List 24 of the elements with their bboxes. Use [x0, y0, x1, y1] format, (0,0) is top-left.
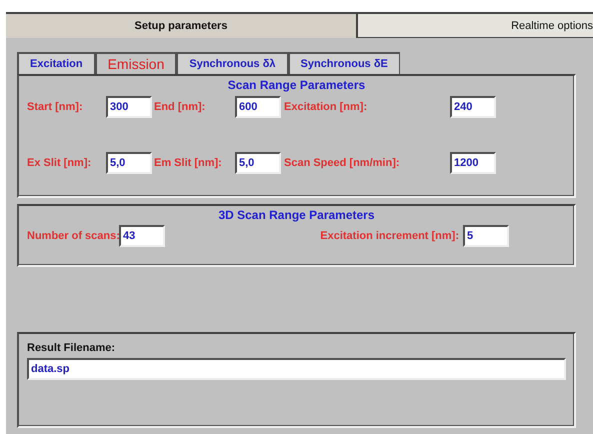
- tab[interactable]: Synchronous δE: [288, 52, 400, 74]
- input-field[interactable]: 300: [106, 96, 152, 118]
- input-field[interactable]: data.sp: [27, 358, 566, 380]
- input-field[interactable]: 600: [235, 96, 281, 118]
- tab[interactable]: Excitation: [17, 52, 95, 74]
- tab[interactable]: Setup parameters: [6, 12, 356, 38]
- input-field[interactable]: 43: [119, 225, 165, 247]
- tab[interactable]: Realtime options: [356, 12, 593, 38]
- field-label: Em Slit [nm]:: [154, 157, 223, 169]
- field-label: Excitation [nm]:: [284, 101, 368, 113]
- group-title: Scan Range Parameters: [226, 78, 366, 92]
- input-field[interactable]: 5: [463, 225, 509, 247]
- input-field[interactable]: 240: [450, 96, 496, 118]
- field-label: Scan Speed [nm/min]:: [284, 157, 401, 169]
- group-title: 3D Scan Range Parameters: [217, 208, 376, 222]
- field-label: Ex Slit [nm]:: [27, 157, 92, 169]
- field-label: Result Filename:: [27, 342, 116, 354]
- tab[interactable]: Synchronous δλ: [176, 52, 288, 74]
- field-label: Excitation increment [nm]:: [319, 230, 459, 242]
- input-field[interactable]: 1200: [450, 152, 496, 174]
- field-label: Start [nm]:: [27, 101, 84, 113]
- input-field[interactable]: 5,0: [235, 152, 281, 174]
- input-field[interactable]: 5,0: [106, 152, 152, 174]
- field-label: End [nm]:: [154, 101, 206, 113]
